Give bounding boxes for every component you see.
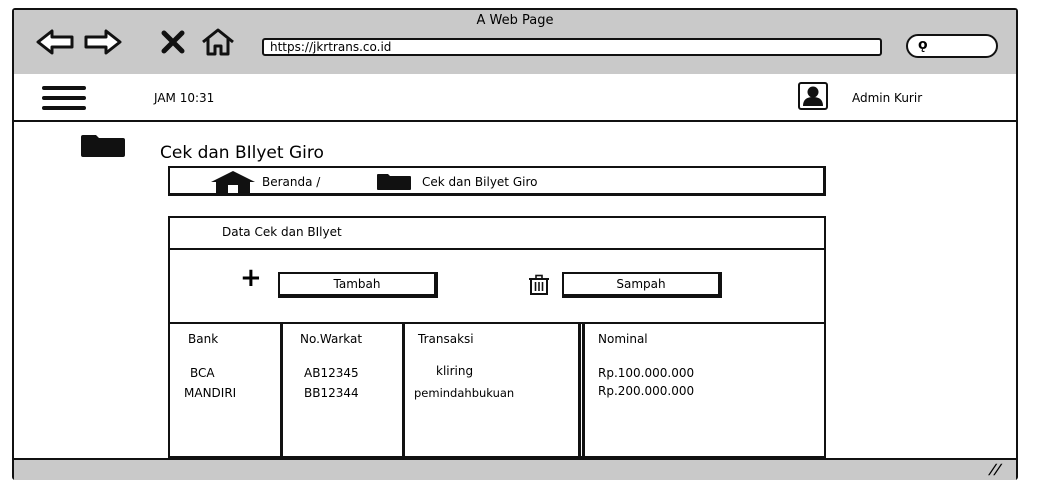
panel-title: Data Cek dan BIlyet xyxy=(222,225,342,239)
status-bar: // xyxy=(14,458,1016,480)
column-header-transaksi: Transaksi xyxy=(418,332,474,346)
column-divider xyxy=(582,324,585,458)
column-divider xyxy=(280,324,283,458)
column-divider xyxy=(578,324,581,458)
table-cell: BB12344 xyxy=(304,386,359,400)
forward-arrow-icon[interactable] xyxy=(82,28,122,56)
column-header-bank: Bank xyxy=(188,332,219,346)
search-icon: ǫ xyxy=(918,37,928,53)
back-arrow-icon[interactable] xyxy=(36,28,76,56)
trash-icon[interactable] xyxy=(528,274,550,296)
table-cell: kliring xyxy=(436,364,474,378)
menu-icon[interactable] xyxy=(42,86,86,112)
column-header-warkat: No.Warkat xyxy=(300,332,363,346)
window-title: A Web Page xyxy=(476,13,554,28)
app-topbar: JAM 10:31 Admin Kurir xyxy=(14,74,1016,122)
breadcrumb-home[interactable]: Beranda / xyxy=(262,175,320,189)
home-icon[interactable] xyxy=(210,170,256,194)
close-icon[interactable] xyxy=(160,30,186,54)
breadcrumb: Beranda / Cek dan Bilyet Giro xyxy=(168,166,826,196)
data-table: Bank No.Warkat Transaksi Nominal BCA AB1… xyxy=(170,322,824,458)
user-avatar-icon[interactable] xyxy=(798,82,828,110)
folder-icon xyxy=(377,174,411,190)
search-button[interactable]: ǫ xyxy=(906,34,998,58)
trash-button[interactable]: Sampah xyxy=(562,272,722,298)
browser-chrome: A Web Page https://jkrtrans.co.id ǫ xyxy=(14,10,1016,76)
table-cell: pemindahbukuan xyxy=(414,386,515,400)
table-cell: BCA xyxy=(190,366,215,380)
user-name[interactable]: Admin Kurir xyxy=(852,91,922,105)
resize-grip-icon[interactable]: // xyxy=(987,462,1003,478)
add-button[interactable]: Tambah xyxy=(278,272,438,298)
table-cell: AB12345 xyxy=(304,366,359,380)
table-cell: Rp.200.000.000 xyxy=(598,384,695,398)
url-bar[interactable]: https://jkrtrans.co.id xyxy=(262,38,882,56)
table-cell: MANDIRI xyxy=(184,386,237,400)
breadcrumb-current: Cek dan Bilyet Giro xyxy=(422,175,538,189)
column-header-nominal: Nominal xyxy=(598,332,648,346)
clock-label: JAM 10:31 xyxy=(154,91,215,105)
data-panel: Data Cek dan BIlyet + Tambah Sampah Bank… xyxy=(168,216,826,458)
home-nav-icon[interactable] xyxy=(200,28,236,56)
column-divider xyxy=(402,324,405,458)
panel-header: Data Cek dan BIlyet xyxy=(170,218,824,250)
browser-window: A Web Page https://jkrtrans.co.id ǫ JAM … xyxy=(12,8,1018,480)
page-title: Cek dan BIlyet Giro xyxy=(160,143,324,163)
folder-icon xyxy=(81,135,125,157)
table-cell: Rp.100.000.000 xyxy=(598,366,695,380)
plus-icon[interactable]: + xyxy=(240,265,262,291)
